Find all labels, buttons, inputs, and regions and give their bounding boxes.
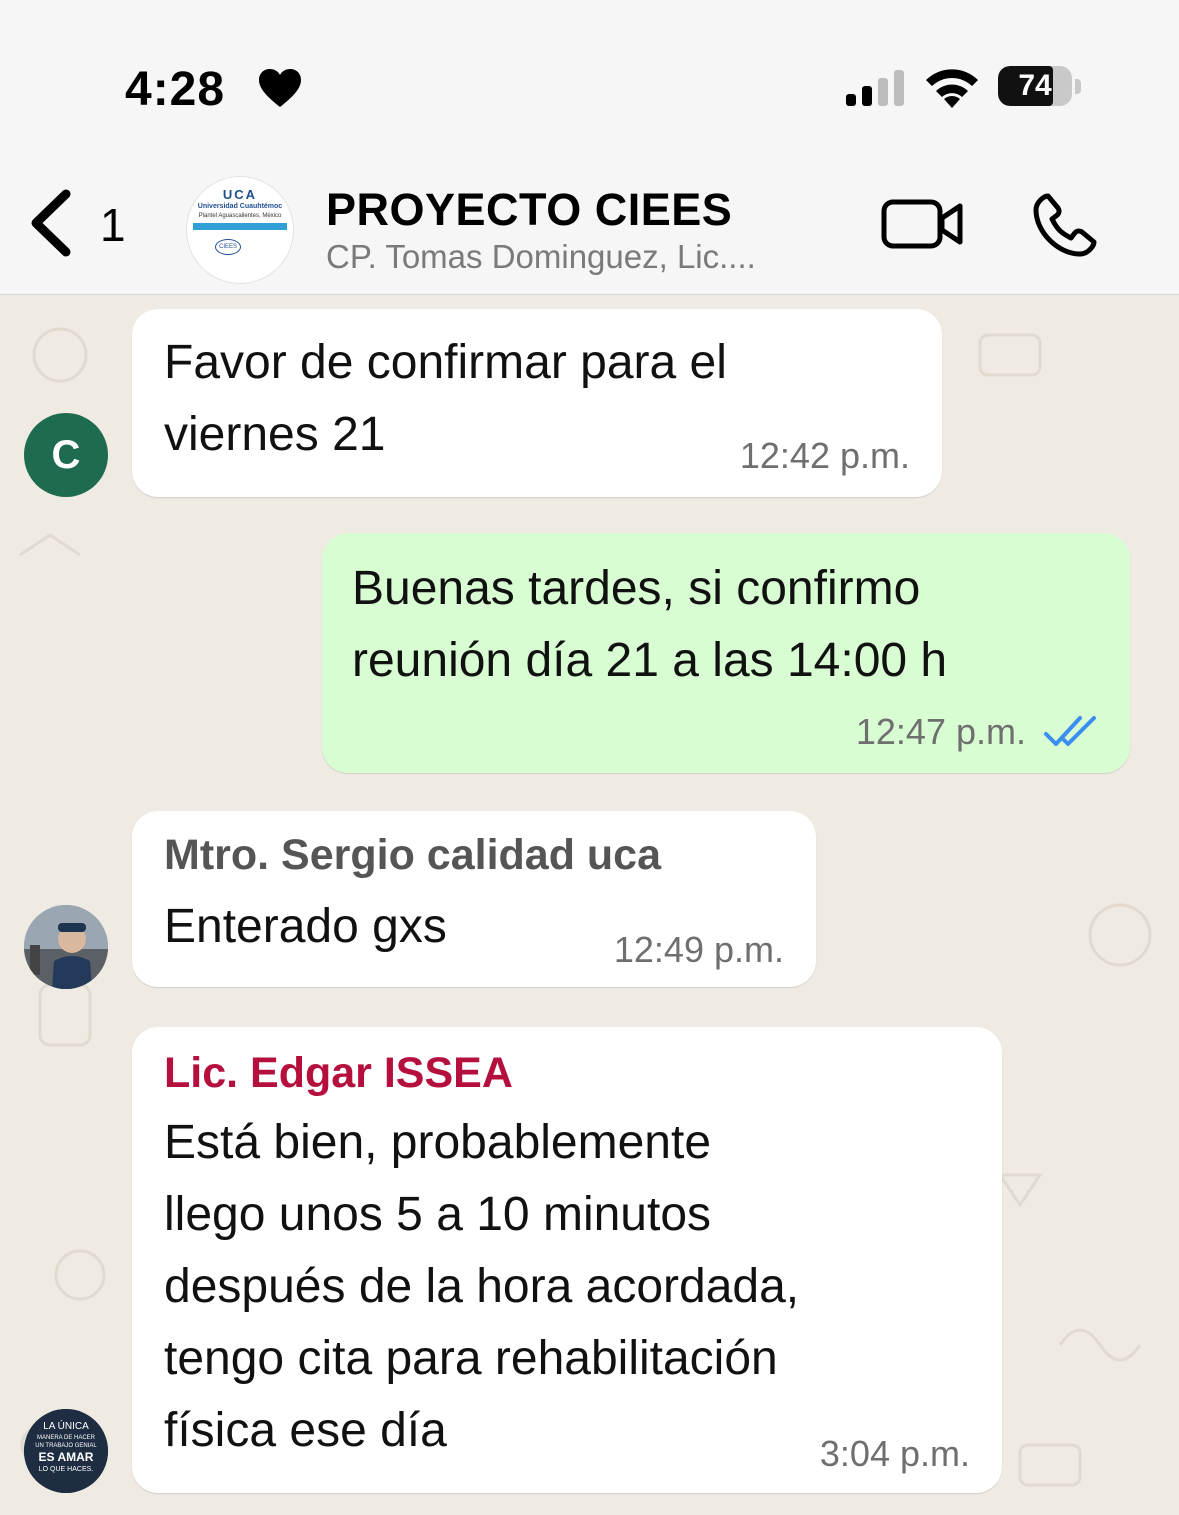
message-meta: 12:47 p.m. (856, 711, 1100, 753)
signal-icon (846, 70, 904, 106)
message-text: Está bien, probablemente llego unos 5 a … (164, 1107, 799, 1467)
message-time: 12:42 p.m. (739, 435, 910, 476)
message-time: 3:04 p.m. (819, 1433, 970, 1474)
avatar-logo-ciees: CIEES (215, 239, 241, 255)
status-time: 4:28 (125, 63, 226, 116)
battery-level: 74 (1018, 69, 1052, 102)
chat-area[interactable]: C Favor de confirmar para el viernes 21 … (0, 295, 1179, 1515)
message-time: 12:49 p.m. (613, 929, 784, 970)
video-call-icon[interactable] (880, 196, 964, 252)
unread-count[interactable]: 1 (100, 198, 126, 252)
battery-icon: 74 (998, 66, 1082, 108)
message-bubble-incoming[interactable]: Lic. Edgar ISSEA Está bien, probablement… (132, 1027, 1002, 1493)
message-text: Enterado gxs (164, 900, 447, 953)
sender-avatar[interactable]: C (24, 413, 108, 497)
chevron-left-icon[interactable] (24, 188, 80, 258)
double-check-icon (1044, 716, 1096, 746)
avatar-logo-text: UCA (222, 187, 258, 202)
message-line: Buenas tardes, si confirmo (352, 562, 921, 615)
sender-name[interactable]: Mtro. Sergio calidad uca (164, 831, 661, 880)
wifi-icon (926, 69, 978, 108)
quote-line: UN TRABAJO GENIAL (35, 1443, 97, 1449)
message-line: física ese día (164, 1404, 447, 1457)
sender-name[interactable]: Lic. Edgar ISSEA (164, 1049, 513, 1098)
group-avatar[interactable]: UCA Universidad Cuauhtémoc Plantel Aguas… (186, 176, 294, 284)
quote-line: LA ÚNICA (43, 1419, 89, 1432)
heart-icon (259, 69, 301, 107)
message-text: Buenas tardes, si confirmo reunión día 2… (352, 553, 947, 697)
message-line: viernes 21 (164, 408, 386, 461)
group-name[interactable]: PROYECTO CIEES (326, 184, 732, 236)
message-line: Favor de confirmar para el (164, 336, 727, 389)
chat-header: 1 UCA Universidad Cuauhtémoc Plantel Agu… (0, 150, 1179, 295)
group-members[interactable]: CP. Tomas Dominguez, Lic.... (326, 238, 846, 276)
avatar-logo-line1: Universidad Cuauhtémoc (197, 203, 283, 210)
quote-image: LA ÚNICA MANERA DE HACER UN TRABAJO GENI… (24, 1409, 108, 1493)
message-line: llego unos 5 a 10 minutos (164, 1188, 712, 1241)
quote-line: MANERA DE HACER (37, 1435, 96, 1441)
message-line: tengo cita para rehabilitación (164, 1332, 778, 1385)
message-bubble-outgoing[interactable]: Buenas tardes, si confirmo reunión día 2… (322, 533, 1130, 773)
message-line: reunión día 21 a las 14:00 h (352, 634, 948, 687)
person-photo-icon (24, 905, 108, 989)
message-time: 12:47 p.m. (855, 711, 1026, 752)
status-bar: 4:28 74 (0, 0, 1179, 150)
sender-avatar-photo[interactable] (24, 905, 108, 989)
message-text: Favor de confirmar para el viernes 21 (164, 327, 727, 471)
avatar-logo-line2: Plantel Aguascalientes, México (198, 213, 282, 219)
sender-avatar-quote[interactable]: LA ÚNICA MANERA DE HACER UN TRABAJO GENI… (24, 1409, 108, 1493)
quote-line: ES AMAR (39, 1450, 94, 1464)
message-line: después de la hora acordada, (164, 1260, 800, 1313)
phone-icon[interactable] (1030, 190, 1100, 260)
quote-line: LO QUE HACES. (39, 1466, 94, 1473)
avatar-logo-band (193, 223, 287, 230)
message-bubble-incoming[interactable]: Favor de confirmar para el viernes 21 12… (132, 309, 942, 497)
message-line: Está bien, probablemente (164, 1116, 712, 1169)
message-bubble-incoming[interactable]: Mtro. Sergio calidad uca Enterado gxs 12… (132, 811, 816, 987)
